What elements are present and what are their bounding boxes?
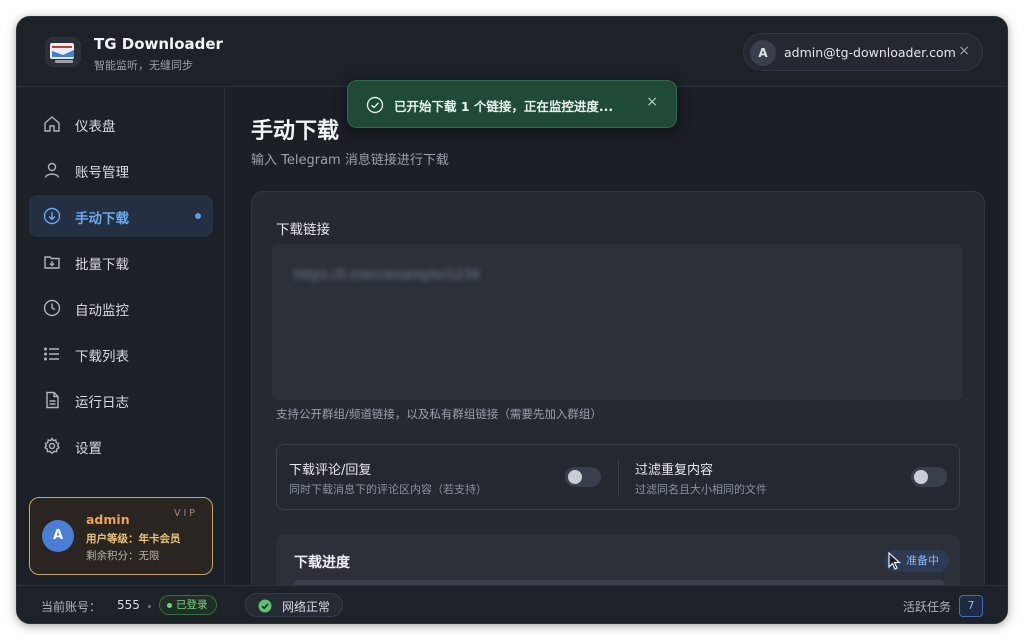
sidebar-item-logs[interactable]: 运行日志 [29,379,213,421]
file-icon [46,391,59,409]
sidebar-item-manual-download[interactable]: 手动下载 [29,195,213,237]
user-account-chip[interactable]: A admin@tg-downloader.com × [743,33,983,71]
progress-title: 下载进度 [294,555,350,571]
current-account-label: 当前账号： [41,600,102,614]
sidebar-item-accounts[interactable]: 账号管理 [29,149,213,191]
gear-icon [43,437,61,455]
active-tasks-count[interactable]: 7 [959,595,983,617]
vip-user-card[interactable]: A admin VIP 用户等级：年卡会员 剩余积分：无限 [29,497,213,575]
comments-toggle[interactable] [565,467,601,487]
sidebar-item-label: 运行日志 [75,395,129,411]
link-textarea-value: https://t.me/c/example/1234 [294,268,480,283]
sidebar-item-label: 批量下载 [75,257,129,273]
vip-username: admin [86,512,130,527]
sidebar-item-label: 自动监控 [75,303,129,319]
sidebar-item-download-list[interactable]: 下载列表 [29,333,213,375]
sidebar-item-batch-download[interactable]: 批量下载 [29,241,213,283]
link-textarea[interactable]: https://t.me/c/example/1234 [272,244,962,400]
app-title: TG Downloader [94,35,223,53]
sidebar: 仪表盘 账号管理 手动下载 批量下载 自动监控 下载列表 运行日志 设置 A a… [17,87,225,585]
avatar: A [750,40,776,66]
sidebar-item-settings[interactable]: 设置 [29,425,213,467]
avatar: A [42,520,74,552]
current-account-value: 555 [117,598,140,612]
user-icon [44,162,60,178]
app-logo-icon [45,37,81,67]
login-status-badge: 已登录 [159,595,217,615]
sidebar-item-label: 手动下载 [75,211,129,227]
sidebar-item-dashboard[interactable]: 仪表盘 [29,103,213,145]
options-divider [618,459,619,497]
top-bar: TG Downloader 智能监听，无缝同步 A admin@tg-downl… [17,17,1007,87]
link-field-label: 下载链接 [276,222,330,238]
sidebar-item-label: 账号管理 [75,165,129,181]
download-options-panel: 下载评论/回复 同时下载消息下的评论区内容（若支持） 过滤重复内容 过滤同名且大… [276,444,960,510]
link-help-text: 支持公开群组/频道链接，以及私有群组链接（需要先加入群组） [276,407,602,421]
network-status-label: 网络正常 [282,600,331,614]
check-circle-icon [258,599,272,613]
home-icon [44,116,60,132]
page-title: 手动下载 [251,119,340,144]
sidebar-item-label: 下载列表 [75,349,129,365]
status-bar: 当前账号： 555 已登录 网络正常 活跃任务 7 [17,585,1007,623]
active-indicator-dot [195,213,201,219]
toast-message: 已开始下载 1 个链接，正在监控进度... [394,99,614,114]
close-icon[interactable]: × [958,43,970,59]
main-content: 手动下载 输入 Telegram 消息链接进行下载 下载链接 https://t… [225,87,1007,623]
clock-icon [43,299,61,317]
option-comments-title: 下载评论/回复 [289,463,372,478]
success-toast: 已开始下载 1 个链接，正在监控进度... × [347,80,677,128]
vip-points: 剩余积分：无限 [86,550,160,562]
vip-badge: VIP [173,508,198,519]
sidebar-item-auto-monitor[interactable]: 自动监控 [29,287,213,329]
sidebar-item-label: 仪表盘 [75,119,116,135]
separator-dot [148,605,151,608]
option-comments-desc: 同时下载消息下的评论区内容（若支持） [289,483,487,496]
folder-download-icon [44,256,60,269]
network-status-badge: 网络正常 [245,593,343,617]
list-icon [44,347,59,361]
option-dedupe-title: 过滤重复内容 [635,463,714,478]
close-icon[interactable]: × [646,94,658,110]
user-email: admin@tg-downloader.com [784,45,956,60]
check-circle-icon [366,96,384,114]
active-tasks-label: 活跃任务 [903,600,952,614]
app-subtitle: 智能监听，无缝同步 [94,59,193,72]
mouse-cursor-icon [888,552,902,570]
download-form-card: 下载链接 https://t.me/c/example/1234 支持公开群组/… [251,191,985,623]
sidebar-item-label: 设置 [75,441,102,457]
cloud-download-icon [43,207,61,225]
page-subtitle: 输入 Telegram 消息链接进行下载 [251,153,449,168]
option-dedupe-desc: 过滤同名且大小相同的文件 [635,483,767,496]
dedupe-toggle[interactable] [911,467,947,487]
vip-level: 用户等级：年卡会员 [86,533,181,545]
